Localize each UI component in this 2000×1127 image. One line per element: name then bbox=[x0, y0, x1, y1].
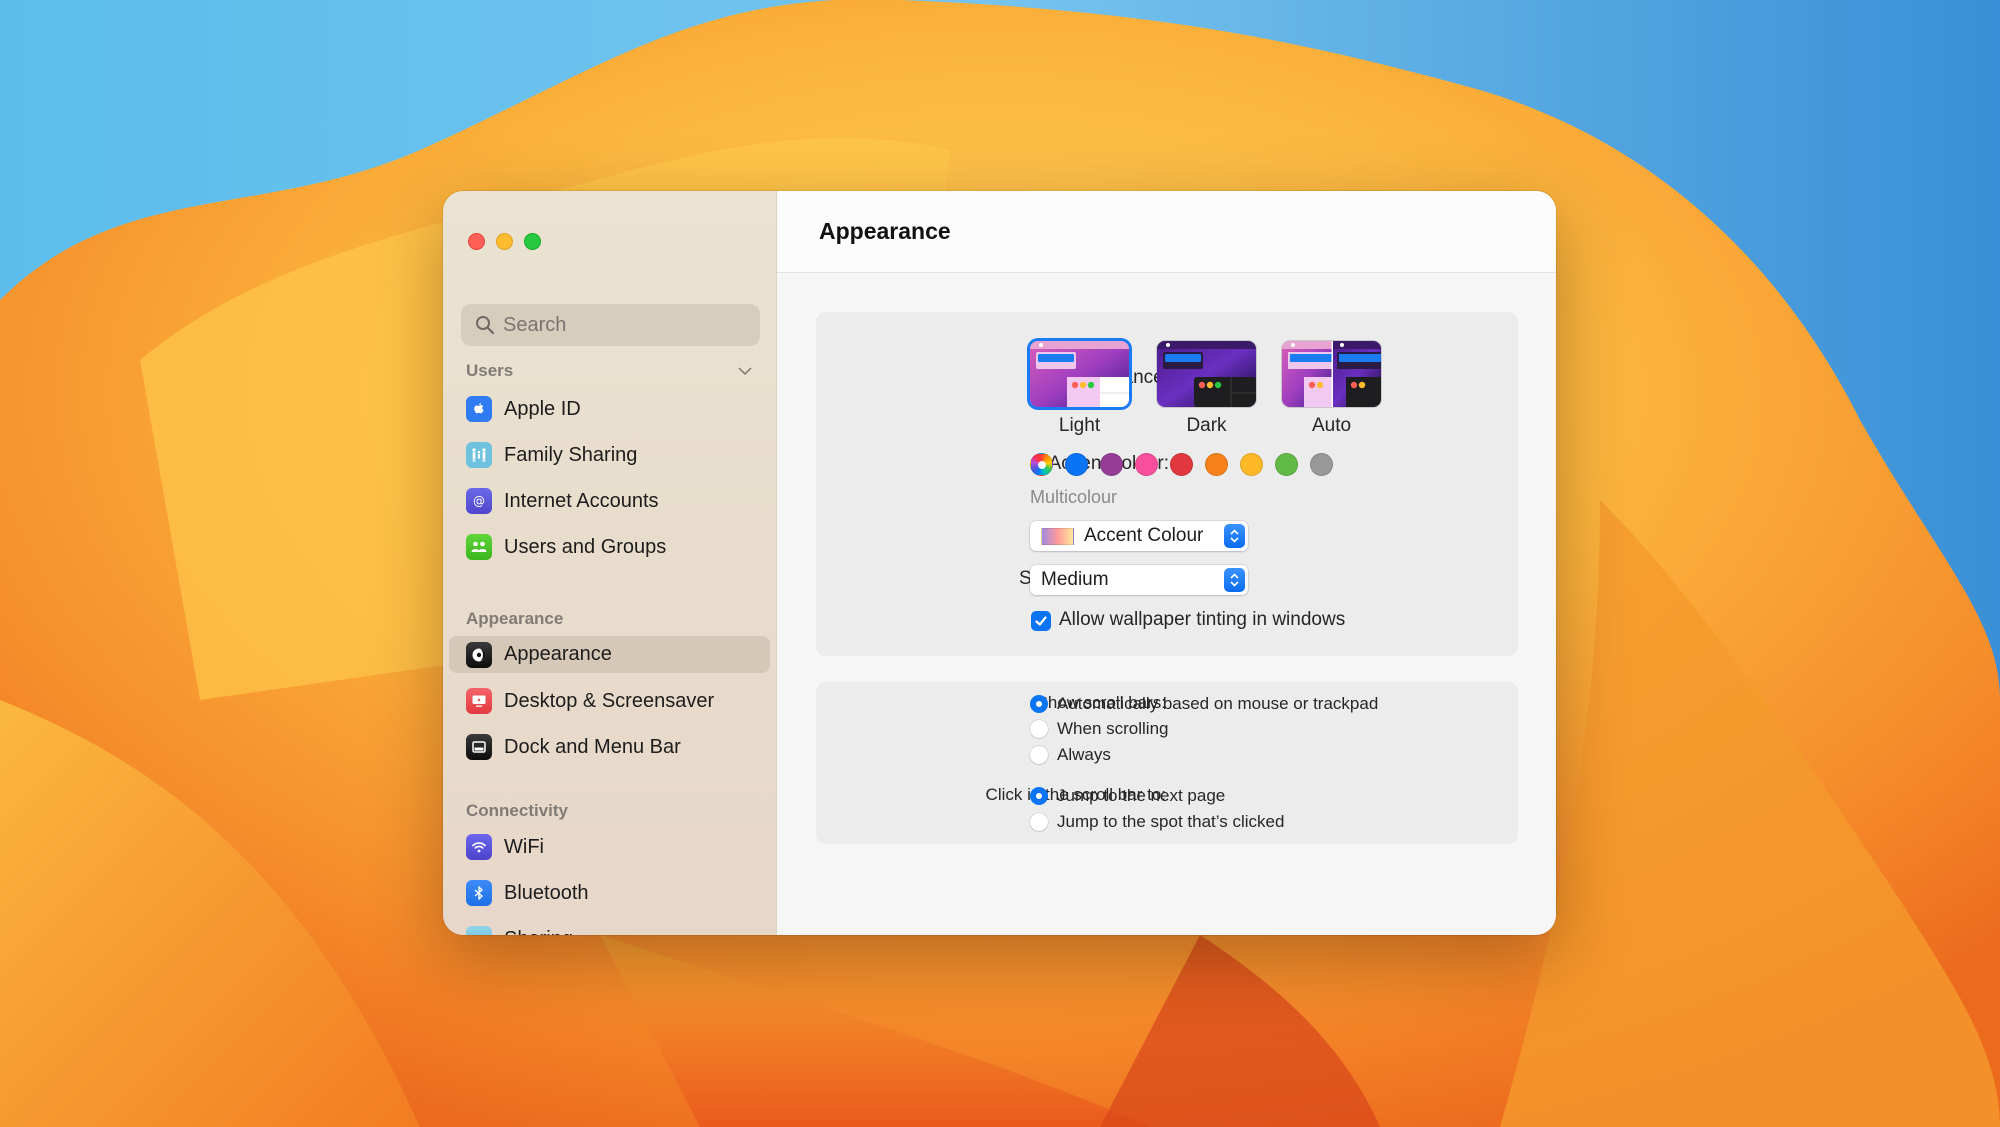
sidebar-item-desktop-screensaver[interactable]: Desktop & Screensaver bbox=[449, 678, 770, 724]
close-button[interactable] bbox=[468, 233, 485, 250]
dock-icon bbox=[466, 734, 492, 760]
sidebar-section-appearance: Appearance Appearance Desktop & Screensa… bbox=[443, 606, 776, 770]
sidebar-section-users: Users Apple ID Family Sharing @ Internet… bbox=[443, 356, 776, 570]
section-title: Appearance bbox=[466, 609, 564, 628]
sidebar-item-label: WiFi bbox=[504, 835, 544, 858]
radio-label[interactable]: When scrolling bbox=[1057, 719, 1169, 739]
appearance-option-label: Auto bbox=[1311, 415, 1352, 436]
apple-icon bbox=[466, 396, 492, 422]
popup-stepper-icon bbox=[1224, 524, 1245, 548]
sidebar-item-family-sharing[interactable]: Family Sharing bbox=[449, 432, 770, 478]
radio-jump-spot-clicked[interactable] bbox=[1030, 813, 1048, 831]
radio-label[interactable]: Jump to the next page bbox=[1057, 786, 1225, 806]
accent-colour-graphite[interactable] bbox=[1310, 453, 1333, 476]
sidebar-item-label: Apple ID bbox=[504, 397, 581, 420]
sidebar-item-label: Appearance bbox=[504, 643, 612, 665]
sidebar: Users Apple ID Family Sharing bbox=[443, 191, 777, 935]
search-icon bbox=[476, 316, 495, 335]
wallpaper-tinting-checkbox[interactable] bbox=[1031, 611, 1051, 631]
search-field[interactable] bbox=[461, 304, 760, 346]
sidebar-item-label: Dock and Menu Bar bbox=[504, 735, 681, 758]
sidebar-icon-size-popup[interactable]: Medium bbox=[1030, 565, 1248, 595]
accent-colour-green[interactable] bbox=[1275, 453, 1298, 476]
main-pane: Appearance Appearance: bbox=[777, 191, 1556, 935]
accent-colour-blue[interactable] bbox=[1065, 453, 1088, 476]
radio-label[interactable]: Always bbox=[1057, 745, 1111, 765]
checkmark-icon bbox=[1035, 616, 1047, 626]
appearance-option-label: Light bbox=[1058, 415, 1101, 436]
auto-mode-thumbnail bbox=[1282, 341, 1381, 407]
users-icon bbox=[466, 534, 492, 560]
sidebar-item-bluetooth[interactable]: Bluetooth bbox=[449, 870, 770, 916]
radio-scroll-when-scrolling[interactable] bbox=[1030, 720, 1048, 738]
accent-colour-purple[interactable] bbox=[1100, 453, 1123, 476]
accent-colour-multicolour[interactable] bbox=[1030, 453, 1053, 476]
at-icon: @ bbox=[466, 488, 492, 514]
appearance-option-auto[interactable] bbox=[1282, 341, 1381, 407]
system-settings-window: Users Apple ID Family Sharing bbox=[443, 191, 1556, 935]
sidebar-item-dock-menu-bar[interactable]: Dock and Menu Bar bbox=[449, 724, 770, 770]
sidebar-item-label: Bluetooth bbox=[504, 881, 589, 904]
zoom-button[interactable] bbox=[524, 233, 541, 250]
sidebar-item-label: Sharing bbox=[504, 928, 573, 936]
radio-jump-next-page[interactable] bbox=[1030, 787, 1048, 805]
sidebar-list[interactable]: Users Apple ID Family Sharing @ Internet… bbox=[443, 356, 776, 935]
search-input[interactable] bbox=[503, 313, 743, 337]
appearance-option-dark[interactable] bbox=[1157, 341, 1256, 407]
chevron-down-icon[interactable] bbox=[736, 362, 754, 380]
wifi-icon bbox=[466, 834, 492, 860]
accent-colour-yellow[interactable] bbox=[1240, 453, 1263, 476]
accent-colour-orange[interactable] bbox=[1205, 453, 1228, 476]
page-title: Appearance bbox=[777, 191, 1556, 273]
radio-scroll-always[interactable] bbox=[1030, 746, 1048, 764]
radio-label[interactable]: Automatically based on mouse or trackpad bbox=[1057, 694, 1378, 714]
minimize-button[interactable] bbox=[496, 233, 513, 250]
sidebar-item-apple-id[interactable]: Apple ID bbox=[449, 386, 770, 432]
window-controls bbox=[468, 233, 541, 250]
sidebar-item-users-and-groups[interactable]: Users and Groups bbox=[449, 524, 770, 570]
appearance-icon bbox=[466, 641, 492, 668]
sidebar-item-label: Users and Groups bbox=[504, 535, 667, 558]
sidebar-icon-size-value: Medium bbox=[1041, 569, 1109, 590]
sidebar-item-label: Family Sharing bbox=[504, 443, 638, 466]
sidebar-section-connectivity: Connectivity WiFi Bluetooth bbox=[443, 798, 776, 935]
appearance-option-light[interactable] bbox=[1030, 341, 1129, 407]
sidebar-item-appearance[interactable]: Appearance bbox=[449, 636, 770, 673]
sidebar-item-label: Desktop & Screensaver bbox=[504, 689, 715, 712]
section-title: Connectivity bbox=[466, 801, 569, 820]
scroll-bar-settings-group: Show scroll bars: Automatically based on… bbox=[816, 682, 1518, 844]
accent-colour-red[interactable] bbox=[1170, 453, 1193, 476]
sidebar-item-internet-accounts[interactable]: @ Internet Accounts bbox=[449, 478, 770, 524]
appearance-option-label: Dark bbox=[1186, 415, 1227, 436]
wallpaper-tinting-label[interactable]: Allow wallpaper tinting in windows bbox=[1059, 609, 1345, 631]
bluetooth-icon bbox=[466, 880, 492, 906]
appearance-settings-group: Appearance: bbox=[816, 312, 1518, 656]
accent-colour-name: Multicolour bbox=[1030, 487, 1118, 507]
sidebar-item-sharing[interactable]: Sharing bbox=[449, 916, 770, 935]
popup-stepper-icon bbox=[1224, 568, 1245, 592]
highlight-colour-popup[interactable]: Accent Colour bbox=[1030, 521, 1248, 551]
sidebar-item-wifi[interactable]: WiFi bbox=[449, 824, 770, 870]
radio-label[interactable]: Jump to the spot that’s clicked bbox=[1057, 812, 1284, 832]
section-title: Users bbox=[466, 361, 514, 380]
family-icon bbox=[466, 442, 492, 468]
highlight-colour-swatch bbox=[1041, 527, 1074, 545]
svg-text:@: @ bbox=[473, 494, 485, 508]
desktop-icon bbox=[466, 688, 492, 714]
sidebar-item-label: Internet Accounts bbox=[504, 489, 659, 512]
light-mode-thumbnail bbox=[1030, 341, 1129, 407]
radio-scroll-automatic[interactable] bbox=[1030, 695, 1048, 713]
dark-mode-thumbnail bbox=[1157, 341, 1256, 407]
accent-colour-pink[interactable] bbox=[1135, 453, 1158, 476]
highlight-colour-value: Accent Colour bbox=[1084, 525, 1204, 546]
sharing-icon bbox=[466, 926, 492, 935]
